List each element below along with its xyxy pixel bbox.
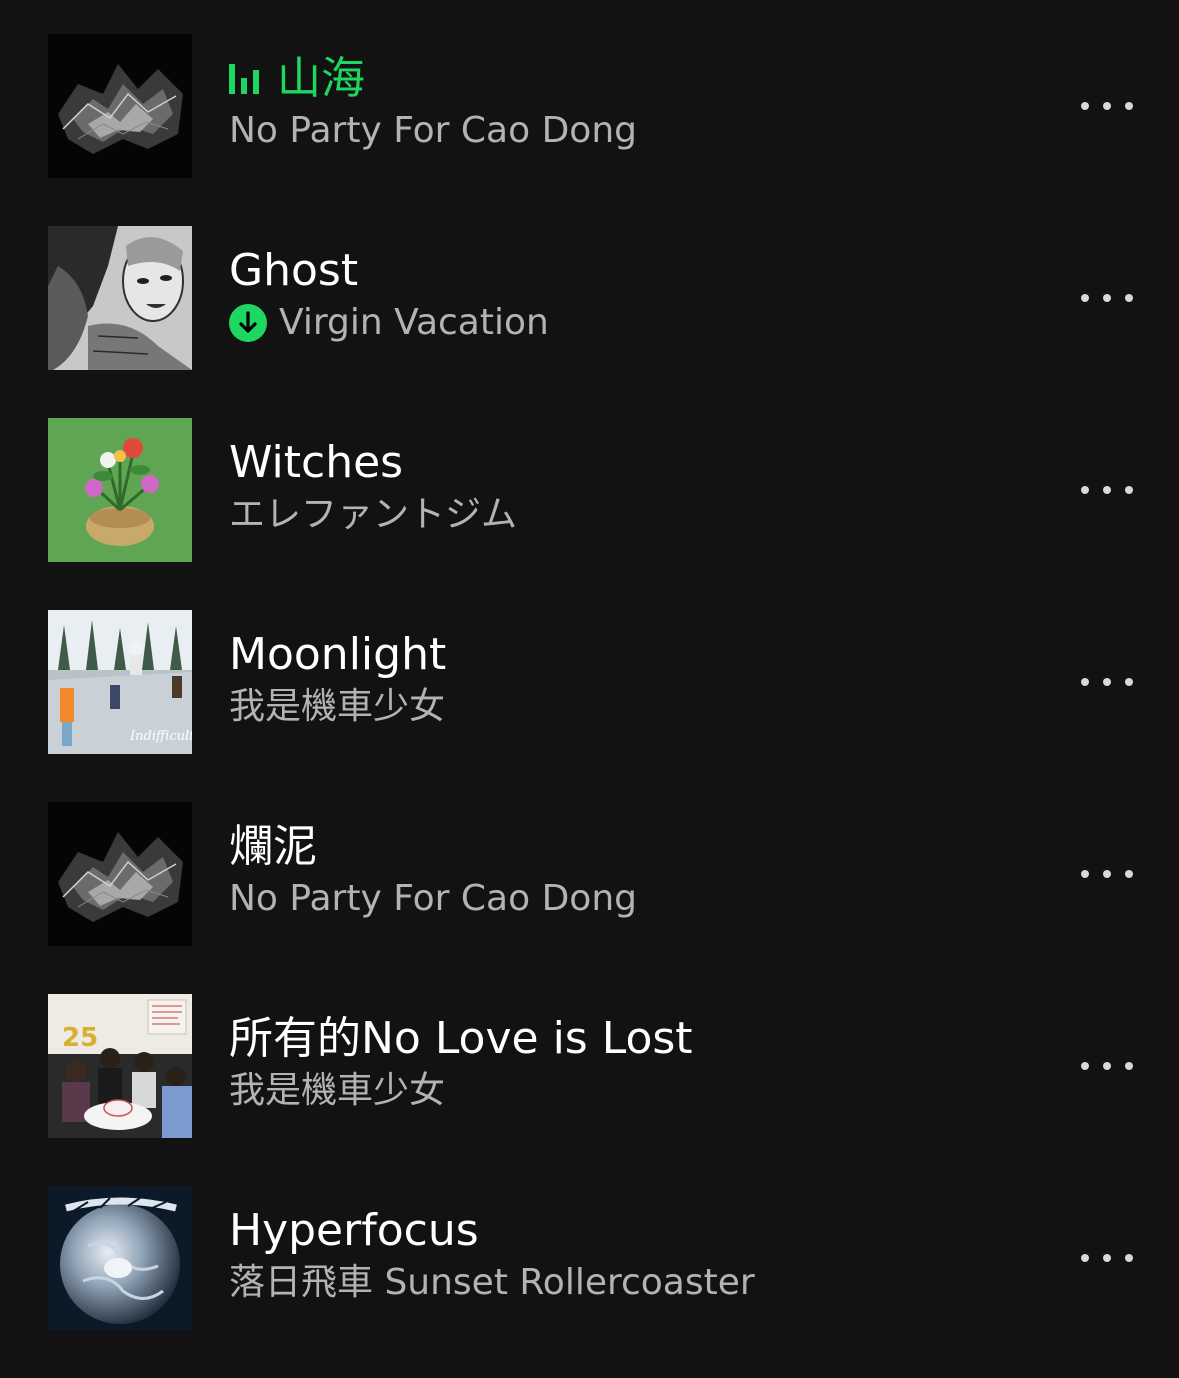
track-artist: エレファントジム (229, 494, 518, 535)
more-options-icon (1081, 486, 1089, 494)
track-row[interactable]: Hyperfocus 落日飛車 Sunset Rollercoaster (0, 1186, 1179, 1330)
album-cover-image: 25 (48, 994, 192, 1138)
more-options-button[interactable] (1081, 282, 1133, 314)
track-row[interactable]: 山海 No Party For Cao Dong (0, 34, 1179, 178)
more-options-button[interactable] (1081, 1242, 1133, 1274)
track-title: 爛泥 (229, 821, 317, 872)
album-cover-image (48, 1186, 192, 1330)
track-info: Witches エレファントジム (229, 432, 1049, 540)
track-info: Moonlight 我是機車少女 (229, 624, 1049, 732)
track-artist: 我是機車少女 (229, 1070, 446, 1111)
more-options-icon (1081, 294, 1089, 302)
track-title: Hyperfocus (229, 1205, 479, 1256)
album-cover-image (48, 226, 192, 370)
track-title-text: 山海 (277, 53, 365, 104)
track-title: Moonlight (229, 629, 447, 680)
more-options-button[interactable] (1081, 90, 1133, 122)
track-title: Witches (229, 437, 404, 488)
more-options-button[interactable] (1081, 666, 1133, 698)
track-info: Ghost Virgin Vacation (229, 240, 1049, 348)
track-artist: No Party For Cao Dong (229, 110, 637, 151)
track-artist: Virgin Vacation (229, 298, 1049, 348)
track-title: 所有的No Love is Lost (229, 1013, 693, 1064)
more-options-button[interactable] (1081, 474, 1133, 506)
album-cover-image (48, 34, 192, 178)
downloaded-icon (229, 304, 267, 342)
track-title: Ghost (229, 245, 359, 296)
now-playing-equalizer-icon (229, 64, 263, 94)
track-artist: 落日飛車 Sunset Rollercoaster (229, 1262, 755, 1303)
track-info: 山海 No Party For Cao Dong (229, 48, 1049, 156)
track-artist: 我是機車少女 (229, 686, 446, 727)
track-row[interactable]: Witches エレファントジム (0, 418, 1179, 562)
track-row[interactable]: 爛泥 No Party For Cao Dong (0, 802, 1179, 946)
track-info: 所有的No Love is Lost 我是機車少女 (229, 1008, 1049, 1116)
more-options-button[interactable] (1081, 858, 1133, 890)
track-row[interactable]: Indifficult Moonlight 我是機車少女 (0, 610, 1179, 754)
track-title: 山海 (229, 48, 1049, 110)
more-options-icon (1081, 870, 1089, 878)
svg-text:Indifficult: Indifficult (129, 729, 192, 744)
album-cover-image (48, 418, 192, 562)
track-list: 山海 No Party For Cao Dong Ghost Virgin Va… (0, 34, 1179, 1378)
album-cover-image: Indifficult (48, 610, 192, 754)
track-artist-text: Virgin Vacation (279, 302, 549, 343)
track-info: Hyperfocus 落日飛車 Sunset Rollercoaster (229, 1200, 1049, 1308)
svg-text:25: 25 (62, 1023, 98, 1053)
track-row[interactable]: Ghost Virgin Vacation (0, 226, 1179, 370)
more-options-icon (1081, 1254, 1089, 1262)
more-options-button[interactable] (1081, 1050, 1133, 1082)
track-info: 爛泥 No Party For Cao Dong (229, 816, 1049, 924)
more-options-icon (1081, 678, 1089, 686)
album-cover-image (48, 802, 192, 946)
more-options-icon (1081, 1062, 1089, 1070)
track-artist: No Party For Cao Dong (229, 878, 637, 919)
more-options-icon (1081, 102, 1089, 110)
track-row[interactable]: 25 所有的No Love is Lost 我是機車少女 (0, 994, 1179, 1138)
